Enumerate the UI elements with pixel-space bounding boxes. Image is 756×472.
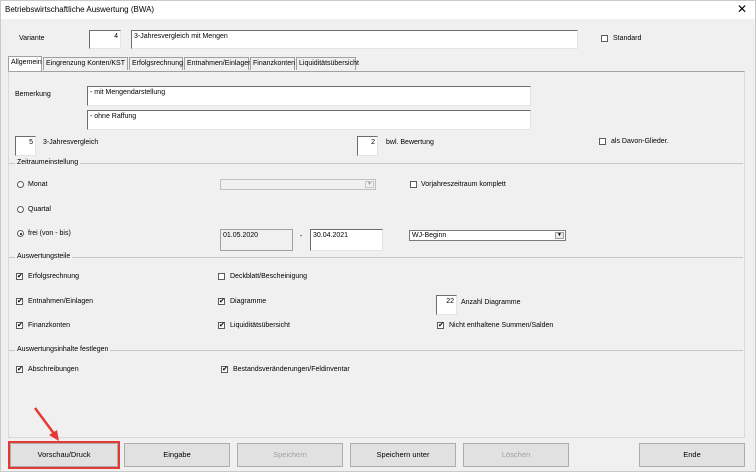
- tab-finanzkonten[interactable]: Finanzkonten: [250, 57, 295, 70]
- close-icon[interactable]: ✕: [737, 2, 747, 16]
- von-date-field[interactable]: 01.05.2020: [220, 229, 293, 251]
- bemerkung-label: Bemerkung: [15, 91, 51, 98]
- bewertung-number-field[interactable]: 2: [357, 136, 378, 156]
- variante-name-field[interactable]: 3-Jahresvergleich mit Mengen: [131, 30, 578, 49]
- loeschen-button: Löschen: [463, 443, 569, 467]
- vorjahr-checkbox[interactable]: [410, 181, 417, 188]
- davon-checkbox[interactable]: [599, 138, 606, 145]
- highlight-box: [8, 441, 120, 469]
- auswertungsteile-group-label: Auswertungsteile: [15, 253, 73, 260]
- deckblatt-label: Deckblatt/Bescheinigung: [230, 273, 308, 280]
- tab-allgemein[interactable]: Allgemein: [8, 56, 42, 71]
- tab-liquiditaet[interactable]: Liquiditätsübersicht: [296, 57, 359, 70]
- deckblatt-checkbox[interactable]: [218, 273, 225, 280]
- monat-dropdown[interactable]: ▼: [220, 179, 376, 190]
- ende-button[interactable]: Ende: [639, 443, 745, 467]
- liquiditaet-checkbox[interactable]: ✔: [218, 322, 225, 329]
- finanzkonten-checkbox[interactable]: ✔: [16, 322, 23, 329]
- liquiditaet-label: Liquiditätsübersicht: [230, 322, 290, 329]
- monat-label: Monat: [28, 181, 48, 188]
- standard-checkbox[interactable]: [601, 35, 608, 42]
- monat-radio[interactable]: [17, 181, 24, 188]
- finanzkonten-label: Finanzkonten: [28, 322, 71, 329]
- annotation-arrow-icon: [33, 407, 59, 441]
- inhalte-group: Auswertungsinhalte festlegen: [9, 346, 743, 353]
- davon-label: als Davon-Glieder.: [611, 138, 669, 145]
- auswertungsteile-group: Auswertungsteile: [9, 253, 743, 260]
- wj-dropdown-arrow-icon[interactable]: ▼: [555, 232, 564, 239]
- date-separator: -: [300, 233, 303, 240]
- window-title: Betriebswirtschaftliche Auswertung (BWA): [5, 5, 155, 14]
- tab-erfolgsrechnung[interactable]: Erfolgsrechnung: [129, 57, 183, 70]
- anzahl-diagramme-field[interactable]: 22: [436, 295, 457, 315]
- abschreibungen-label: Abschreibungen: [28, 366, 79, 373]
- zeitraum-group: Zeitraumeinstellung: [9, 159, 743, 166]
- quartal-label: Quartal: [28, 206, 51, 213]
- bemerkung-line2-field[interactable]: - ohne Raffung: [87, 110, 531, 130]
- quartal-radio[interactable]: [17, 206, 24, 213]
- abschreibungen-checkbox[interactable]: ✔: [16, 366, 23, 373]
- bewertung-label: bwl. Bewertung: [386, 139, 434, 146]
- zeitraum-group-label: Zeitraumeinstellung: [15, 159, 81, 166]
- monat-dropdown-arrow-icon[interactable]: ▼: [365, 181, 374, 188]
- eingabe-button[interactable]: Eingabe: [124, 443, 230, 467]
- diagramme-checkbox[interactable]: ✔: [218, 298, 225, 305]
- standard-label: Standard: [613, 35, 642, 42]
- vergleich-number-field[interactable]: 5: [15, 136, 36, 156]
- erfolgsrechnung-label: Erfolgsrechnung: [28, 273, 79, 280]
- tab-entnahmen[interactable]: Entnahmen/Einlagen: [184, 57, 252, 70]
- variante-number-field[interactable]: 4: [89, 30, 121, 49]
- diagramme-label: Diagramme: [230, 298, 267, 305]
- entnahmen-label: Entnahmen/Einlagen: [28, 298, 93, 305]
- variante-label: Variante: [19, 35, 45, 42]
- frei-label: frei (von - bis): [28, 230, 71, 237]
- speichern-unter-button[interactable]: Speichern unter: [350, 443, 456, 467]
- nicht-enthalten-label: Nicht enthaltene Summen/Salden: [449, 322, 554, 329]
- speichern-button: Speichern: [237, 443, 343, 467]
- bestand-checkbox[interactable]: ✔: [221, 366, 228, 373]
- title-bar: Betriebswirtschaftliche Auswertung (BWA)…: [1, 1, 755, 19]
- wj-dropdown[interactable]: WJ-Beginn ▼: [409, 230, 566, 241]
- vergleich-label: 3-Jahresvergleich: [43, 139, 99, 146]
- inhalte-group-label: Auswertungsinhalte festlegen: [15, 346, 111, 353]
- tab-eingrenzung[interactable]: Eingrenzung Konten/KST: [43, 57, 128, 70]
- bemerkung-line1-field[interactable]: - mit Mengendarstellung: [87, 86, 531, 106]
- vorjahr-label: Vorjahreszeitraum komplett: [421, 181, 506, 188]
- bestand-label: Bestandsveränderungen/Feldinventar: [233, 366, 350, 373]
- frei-radio[interactable]: [17, 230, 24, 237]
- anzahl-diagramme-label: Anzahl Diagramme: [461, 299, 521, 306]
- entnahmen-checkbox[interactable]: ✔: [16, 298, 23, 305]
- nicht-enthalten-checkbox[interactable]: ✔: [437, 322, 444, 329]
- bis-date-field[interactable]: 30.04.2021: [310, 229, 383, 251]
- erfolgsrechnung-checkbox[interactable]: ✔: [16, 273, 23, 280]
